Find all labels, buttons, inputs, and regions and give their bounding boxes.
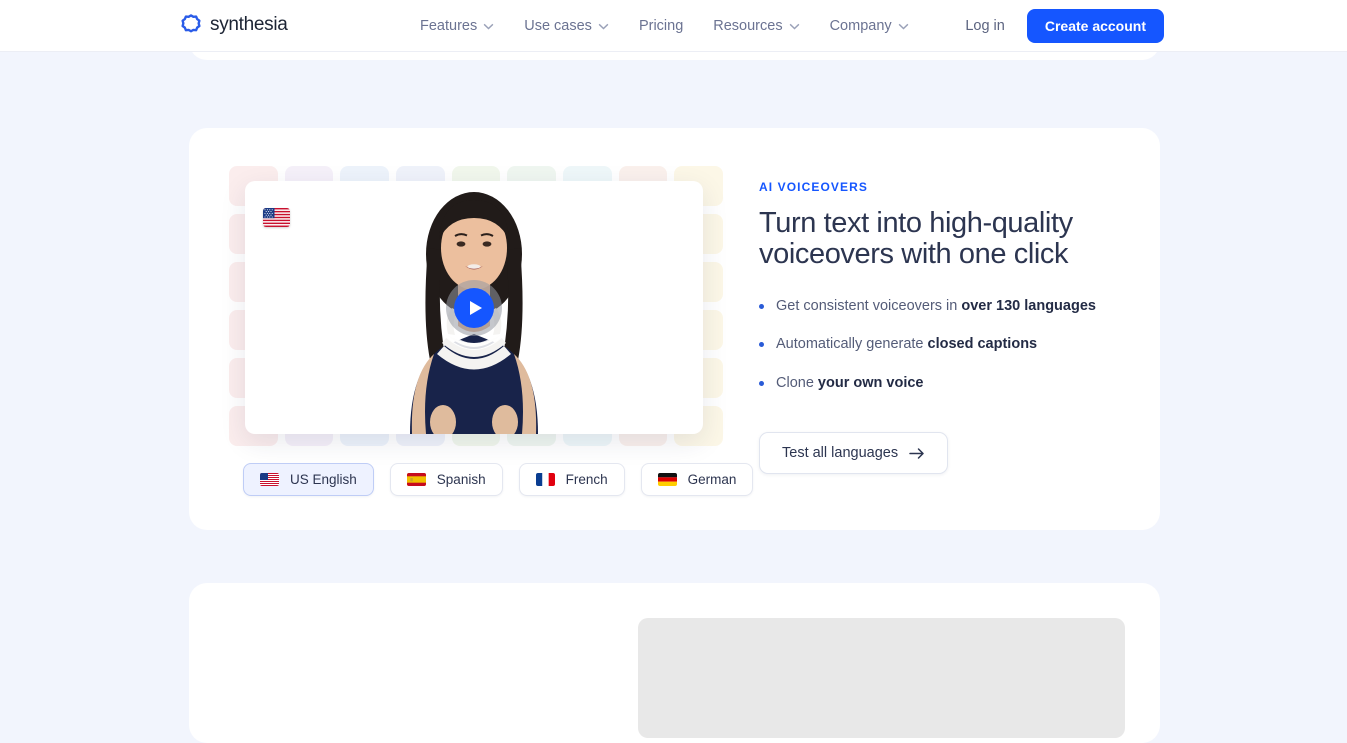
es-flag-icon [406,473,426,486]
language-pill-us-english[interactable]: US English [243,463,374,496]
chevron-down-icon [598,23,609,29]
fr-flag-icon [535,473,555,486]
primary-nav: Features Use cases Pricing Resources Com… [420,0,909,52]
nav-item-resources[interactable]: Resources [713,18,799,34]
create-account-button[interactable]: Create account [1026,9,1164,43]
bullet-strong: over 130 languages [961,297,1096,314]
language-pill-french[interactable]: French [518,463,625,496]
chevron-down-icon [789,23,799,29]
bullet-lead: Get consistent voiceovers in [776,297,962,314]
language-label: US English [290,472,357,487]
header-actions: Log in Create account [965,0,1164,52]
language-selector: US English Spanish French German [243,463,754,496]
ai-voiceovers-card: US English Spanish French German AI VOIC… [189,128,1160,530]
list-item: Clone your own voice [759,374,1119,393]
logo-text: synthesia [210,14,288,35]
page-title: Turn text into high-quality voiceovers w… [759,207,1073,271]
list-item: Automatically generate closed captions [759,335,1119,354]
bullet-dot-icon [759,303,764,309]
play-icon [454,287,494,328]
bullet-lead: Clone [776,375,818,392]
nav-label: Resources [713,18,783,34]
logo[interactable]: synthesia [180,14,288,36]
bullet-strong: your own voice [817,375,924,392]
bullet-dot-icon [759,381,764,387]
arrow-right-icon [909,447,924,459]
next-section-card [189,583,1160,743]
language-pill-german[interactable]: German [640,463,754,496]
us-flag-icon [260,473,279,486]
site-header: synthesia Features Use cases Pricing Res… [0,0,1347,52]
bullet-strong: closed captions [927,336,1038,353]
de-flag-icon [657,473,677,486]
play-button[interactable] [446,279,502,336]
nav-label: Use cases [524,18,592,34]
list-item: Get consistent voiceovers in over 130 la… [759,297,1119,316]
language-label: Spanish [436,472,486,487]
language-label: French [565,472,608,487]
test-all-languages-button[interactable]: Test all languages [759,432,949,475]
nav-label: Features [420,18,478,34]
nav-label: Pricing [638,18,684,34]
test-all-languages-label: Test all languages [782,445,899,462]
feature-copy: AI VOICEOVERS Turn text into high-qualit… [759,180,1119,475]
nav-item-company[interactable]: Company [830,18,909,34]
video-media-zone [229,166,723,451]
next-section-placeholder [638,618,1125,738]
chevron-down-icon [483,23,494,29]
bullet-dot-icon [759,342,764,348]
us-flag-icon [263,208,290,227]
nav-item-features[interactable]: Features [420,18,494,34]
bullet-lead: Automatically generate [776,336,928,353]
chevron-down-icon [898,23,909,29]
feature-bullet-list: Get consistent voiceovers in over 130 la… [759,297,1119,394]
nav-item-use-cases[interactable]: Use cases [524,18,609,34]
nav-label: Company [829,18,892,34]
section-eyebrow: AI VOICEOVERS [759,180,868,194]
language-label: German [687,472,737,487]
video-player[interactable] [245,181,703,434]
login-link[interactable]: Log in [965,18,1005,34]
language-pill-spanish[interactable]: Spanish [389,463,503,496]
synthesia-starburst-icon [181,14,201,33]
nav-item-pricing[interactable]: Pricing [639,18,683,34]
